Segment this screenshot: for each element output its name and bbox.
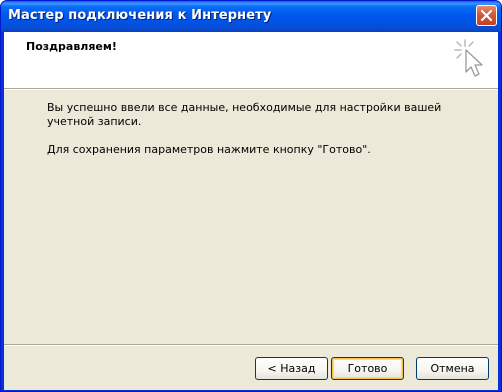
close-button[interactable] bbox=[476, 5, 497, 26]
success-message: Вы успешно ввели все данные, необходимые… bbox=[47, 101, 442, 128]
instruction-message: Для сохранения параметров нажмите кнопку… bbox=[47, 143, 371, 156]
dialog-body: Поздравляем! Вы успешно ввели все данные… bbox=[4, 32, 498, 390]
wizard-sparkle-cursor-icon bbox=[454, 39, 483, 77]
finish-button[interactable]: Готово bbox=[331, 357, 404, 380]
cancel-button[interactable]: Отмена bbox=[416, 357, 489, 380]
title-bar[interactable]: Мастер подключения к Интернету bbox=[1, 1, 501, 32]
back-button[interactable]: < Назад bbox=[255, 357, 328, 380]
footer-divider-highlight bbox=[4, 345, 498, 346]
wizard-window: Мастер подключения к Интернету Поздравля… bbox=[0, 0, 502, 392]
header-divider bbox=[4, 89, 498, 90]
window-title: Мастер подключения к Интернету bbox=[8, 8, 272, 23]
wizard-content: Вы успешно ввели все данные, необходимые… bbox=[47, 101, 467, 157]
wizard-header: Поздравляем! bbox=[4, 32, 498, 89]
close-icon bbox=[480, 9, 493, 22]
page-title: Поздравляем! bbox=[26, 40, 117, 53]
